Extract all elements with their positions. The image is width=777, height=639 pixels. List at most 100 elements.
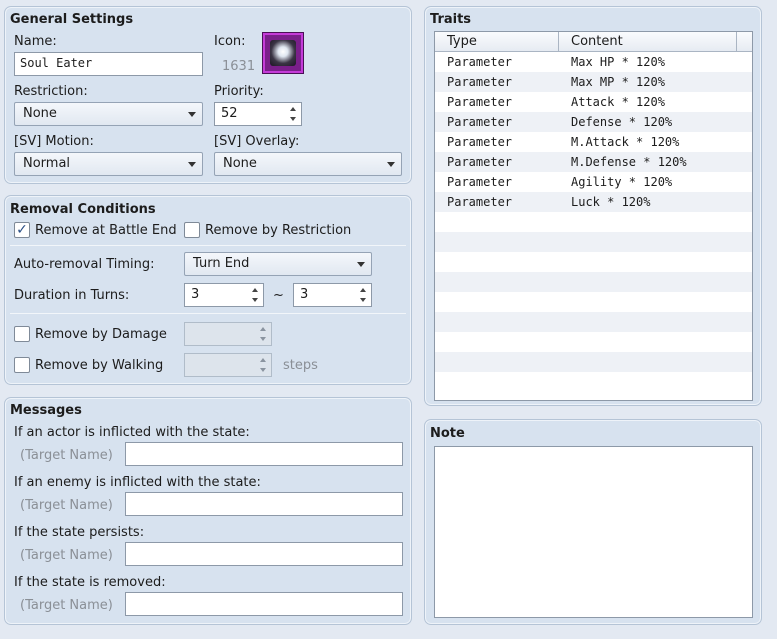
table-row[interactable]: Parameter M.Defense * 120%	[435, 152, 752, 172]
timing-value: Turn End	[193, 256, 250, 271]
removed-message-field[interactable]	[125, 592, 403, 616]
motion-label: [SV] Motion:	[14, 134, 94, 149]
icon-label: Icon:	[214, 34, 246, 49]
column-header-content[interactable]: Content	[571, 34, 623, 49]
table-row[interactable]	[435, 352, 752, 372]
battle-end-label[interactable]: Remove at Battle End	[35, 223, 177, 238]
note-field[interactable]	[434, 446, 753, 618]
remove-by-restriction-label[interactable]: Remove by Restriction	[205, 223, 351, 238]
duration-min-stepper[interactable]: 3	[184, 283, 264, 307]
trait-content-cell: Max MP * 120%	[571, 75, 665, 89]
column-header-type[interactable]: Type	[447, 34, 477, 49]
table-row[interactable]: Parameter Max HP * 120%	[435, 52, 752, 72]
remove-by-damage-label[interactable]: Remove by Damage	[35, 327, 167, 342]
target-name-label: (Target Name)	[20, 498, 113, 513]
note-title: Note	[430, 426, 465, 441]
table-row[interactable]: Parameter Max MP * 120%	[435, 72, 752, 92]
spin-down-icon[interactable]	[252, 298, 258, 302]
trait-type-cell: Parameter	[447, 55, 513, 69]
trait-content-cell: Luck * 120%	[571, 195, 651, 209]
note-panel: Note	[424, 419, 762, 625]
removed-message-label: If the state is removed:	[14, 575, 166, 590]
trait-type-cell: Parameter	[447, 155, 513, 169]
table-row[interactable]	[435, 212, 752, 232]
actor-message-field[interactable]	[125, 442, 403, 466]
name-field[interactable]: Soul Eater	[14, 52, 203, 76]
chevron-down-icon	[387, 162, 395, 167]
persists-message-field[interactable]	[125, 542, 403, 566]
priority-stepper[interactable]: 52	[214, 102, 302, 126]
removal-conditions-panel: Removal Conditions ✓ Remove at Battle En…	[4, 195, 412, 385]
spin-up-icon[interactable]	[360, 288, 366, 292]
trait-type-cell: Parameter	[447, 175, 513, 189]
spin-down-icon[interactable]	[290, 117, 296, 121]
skull-icon	[270, 40, 296, 66]
restriction-label: Restriction:	[14, 84, 88, 99]
table-row[interactable]: Parameter M.Attack * 120%	[435, 132, 752, 152]
duration-min-value: 3	[191, 287, 200, 302]
table-row[interactable]: Parameter Agility * 120%	[435, 172, 752, 192]
enemy-message-field[interactable]	[125, 492, 403, 516]
chevron-down-icon	[357, 262, 365, 267]
spin-up-icon	[260, 327, 266, 331]
table-row[interactable]	[435, 372, 752, 392]
spin-up-icon[interactable]	[252, 288, 258, 292]
state-icon-picker[interactable]	[263, 33, 303, 73]
table-row[interactable]: Parameter Defense * 120%	[435, 112, 752, 132]
icon-index: 1631	[222, 59, 256, 74]
walking-checkbox[interactable]	[14, 357, 30, 373]
restriction-select[interactable]: None	[14, 102, 203, 126]
damage-checkbox[interactable]	[14, 326, 30, 342]
timing-label: Auto-removal Timing:	[14, 257, 155, 272]
duration-max-stepper[interactable]: 3	[293, 283, 372, 307]
traits-panel: Traits Type Content Parameter Max HP * 12…	[424, 6, 762, 406]
trait-type-cell: Parameter	[447, 135, 513, 149]
remove-by-walking-label[interactable]: Remove by Walking	[35, 358, 163, 373]
steps-label: steps	[283, 358, 318, 373]
table-row[interactable]	[435, 292, 752, 312]
trait-type-cell: Parameter	[447, 75, 513, 89]
restriction-checkbox[interactable]	[184, 222, 200, 238]
traits-list[interactable]: Type Content Parameter Max HP * 120% Param…	[434, 31, 753, 401]
motion-select[interactable]: Normal	[14, 152, 203, 176]
priority-label: Priority:	[214, 84, 264, 99]
name-label: Name:	[14, 34, 57, 49]
priority-value: 52	[221, 106, 238, 121]
spin-down-icon[interactable]	[360, 298, 366, 302]
persists-message-label: If the state persists:	[14, 525, 145, 540]
target-name-label: (Target Name)	[20, 448, 113, 463]
table-row[interactable]	[435, 312, 752, 332]
actor-message-label: If an actor is inflicted with the state:	[14, 425, 250, 440]
trait-content-cell: M.Defense * 120%	[571, 155, 687, 169]
timing-select[interactable]: Turn End	[184, 252, 372, 276]
divider	[10, 313, 406, 314]
overlay-label: [SV] Overlay:	[214, 134, 300, 149]
motion-value: Normal	[23, 156, 71, 171]
table-row[interactable]: Parameter Attack * 120%	[435, 92, 752, 112]
spin-up-icon[interactable]	[290, 107, 296, 111]
trait-content-cell: M.Attack * 120%	[571, 135, 680, 149]
duration-max-value: 3	[300, 287, 309, 302]
table-row[interactable]	[435, 252, 752, 272]
table-row[interactable]	[435, 272, 752, 292]
spin-down-icon	[260, 368, 266, 372]
table-row[interactable]	[435, 232, 752, 252]
table-row[interactable]	[435, 332, 752, 352]
table-row[interactable]: Parameter Luck * 120%	[435, 192, 752, 212]
trait-content-cell: Max HP * 120%	[571, 55, 665, 69]
trait-type-cell: Parameter	[447, 195, 513, 209]
spin-up-icon	[260, 358, 266, 362]
battle-end-checkbox[interactable]: ✓	[14, 222, 30, 238]
column-separator[interactable]	[736, 32, 737, 52]
damage-stepper	[184, 322, 272, 346]
messages-panel: Messages If an actor is inflicted with t…	[4, 397, 412, 625]
trait-content-cell: Defense * 120%	[571, 115, 673, 129]
messages-title: Messages	[10, 403, 82, 418]
trait-type-cell: Parameter	[447, 95, 513, 109]
overlay-select[interactable]: None	[214, 152, 402, 176]
overlay-value: None	[223, 156, 257, 171]
column-separator[interactable]	[558, 32, 559, 52]
target-name-label: (Target Name)	[20, 598, 113, 613]
traits-rows: Parameter Max HP * 120% Parameter Max MP * …	[435, 52, 752, 392]
trait-content-cell: Attack * 120%	[571, 95, 665, 109]
